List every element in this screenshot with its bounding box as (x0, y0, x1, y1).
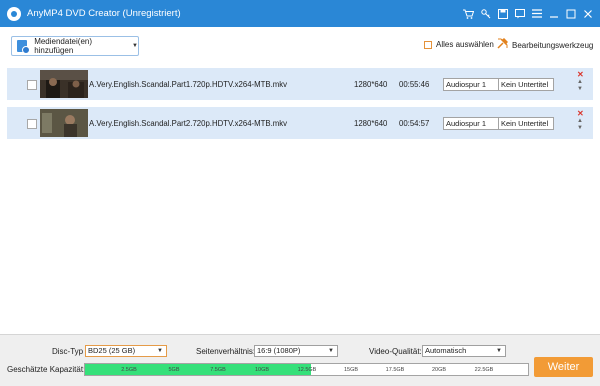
capacity-bar: 2.5GB 5GB 7.5GB 10GB 12.5GB 15GB 17.5GB 20GB 22.… (84, 363, 529, 376)
capacity-tick-label: 20GB (431, 367, 447, 373)
tools-icon (497, 37, 509, 52)
edit-tool-button[interactable]: Bearbeitungswerkzeug (497, 37, 594, 52)
capacity-tick-label: 10GB (254, 367, 270, 373)
feedback-icon[interactable] (513, 7, 526, 20)
disc-type-select[interactable]: BD25 (25 GB) ▼ (85, 345, 167, 357)
file-resolution: 1280*640 (354, 80, 388, 89)
capacity-tick-label: 17.5GB (385, 367, 405, 373)
chevron-down-icon: ▼ (157, 348, 163, 354)
file-name: A.Very.English.Scandal.Part2.720p.HDTV.x… (89, 119, 288, 128)
add-media-label: Mediendatei(en) hinzufügen (34, 37, 92, 55)
settings-panel: Disc-Typ BD25 (25 GB) ▼ Seitenverhältnis… (0, 334, 600, 386)
select-all-label: Alles auswählen (436, 40, 494, 49)
audio-track-select[interactable]: Audiospur 1 (443, 78, 501, 91)
window-title: AnyMP4 DVD Creator (Unregistriert) (27, 8, 181, 19)
file-name: A.Very.English.Scandal.Part1.720p.HDTV.x… (89, 80, 288, 89)
file-duration: 00:54:57 (399, 119, 430, 128)
subtitle-select[interactable]: Kein Untertitel (498, 117, 554, 130)
disc-type-label: Disc-Typ (52, 347, 84, 356)
capacity-label: Geschätzte Kapazität: (7, 365, 86, 374)
file-duration: 00:55:46 (399, 80, 430, 89)
capacity-tick-label: 2.5GB (121, 367, 137, 373)
add-media-button[interactable]: Mediendatei(en) hinzufügen ▼ (11, 36, 139, 56)
capacity-tick-label: 12.5GB (297, 367, 317, 373)
video-thumbnail[interactable] (40, 109, 88, 137)
video-quality-label: Video-Qualität: (369, 347, 422, 356)
file-row[interactable]: A.Very.English.Scandal.Part1.720p.HDTV.x… (7, 68, 593, 100)
video-quality-value: Automatisch (425, 346, 467, 355)
app-logo-icon (7, 6, 21, 21)
toolbar: Mediendatei(en) hinzufügen ▼ Alles auswä… (0, 27, 600, 65)
edit-tool-label: Bearbeitungswerkzeug (512, 40, 594, 50)
capacity-tick-label: 7.5GB (210, 367, 226, 373)
video-quality-select[interactable]: Automatisch ▼ (422, 345, 506, 357)
cart-icon[interactable] (462, 7, 475, 20)
title-bar: AnyMP4 DVD Creator (Unregistriert) (0, 0, 600, 27)
title-bar-controls (458, 0, 594, 27)
checkbox-icon[interactable] (424, 40, 432, 49)
move-up-icon[interactable]: ▲ (577, 79, 583, 85)
chevron-down-icon[interactable]: ▼ (132, 43, 138, 49)
next-button[interactable]: Weiter (534, 357, 593, 377)
maximize-icon[interactable] (564, 7, 577, 20)
file-list: A.Very.English.Scandal.Part1.720p.HDTV.x… (7, 68, 593, 146)
capacity-tick-label: 15GB (343, 367, 359, 373)
move-down-icon[interactable]: ▼ (577, 86, 583, 92)
file-resolution: 1280*640 (354, 119, 388, 128)
save-icon[interactable] (496, 7, 509, 20)
key-icon[interactable] (479, 7, 492, 20)
capacity-tick-label: 5GB (168, 367, 180, 373)
capacity-tick-label: 22.5GB (474, 367, 494, 373)
menu-icon[interactable] (530, 7, 543, 20)
delete-icon[interactable]: ✕ (577, 70, 584, 79)
close-icon[interactable] (581, 7, 594, 20)
subtitle-select[interactable]: Kein Untertitel (498, 78, 554, 91)
move-up-icon[interactable]: ▲ (577, 118, 583, 124)
file-row[interactable]: A.Very.English.Scandal.Part2.720p.HDTV.x… (7, 107, 593, 139)
select-all-checkbox[interactable]: Alles auswählen (424, 40, 494, 49)
aspect-ratio-label: Seitenverhältnis: (196, 347, 256, 356)
row-checkbox[interactable] (27, 119, 37, 129)
minimize-icon[interactable] (547, 7, 560, 20)
disc-type-value: BD25 (25 GB) (88, 346, 136, 355)
video-thumbnail[interactable] (40, 70, 88, 98)
audio-track-select[interactable]: Audiospur 1 (443, 117, 501, 130)
chevron-down-icon: ▼ (328, 348, 334, 354)
capacity-fill (85, 364, 311, 375)
aspect-ratio-select[interactable]: 16:9 (1080P) ▼ (254, 345, 338, 357)
aspect-ratio-value: 16:9 (1080P) (257, 346, 301, 355)
delete-icon[interactable]: ✕ (577, 109, 584, 118)
row-checkbox[interactable] (27, 80, 37, 90)
chevron-down-icon: ▼ (496, 348, 502, 354)
move-down-icon[interactable]: ▼ (577, 125, 583, 131)
add-file-icon (17, 40, 31, 54)
